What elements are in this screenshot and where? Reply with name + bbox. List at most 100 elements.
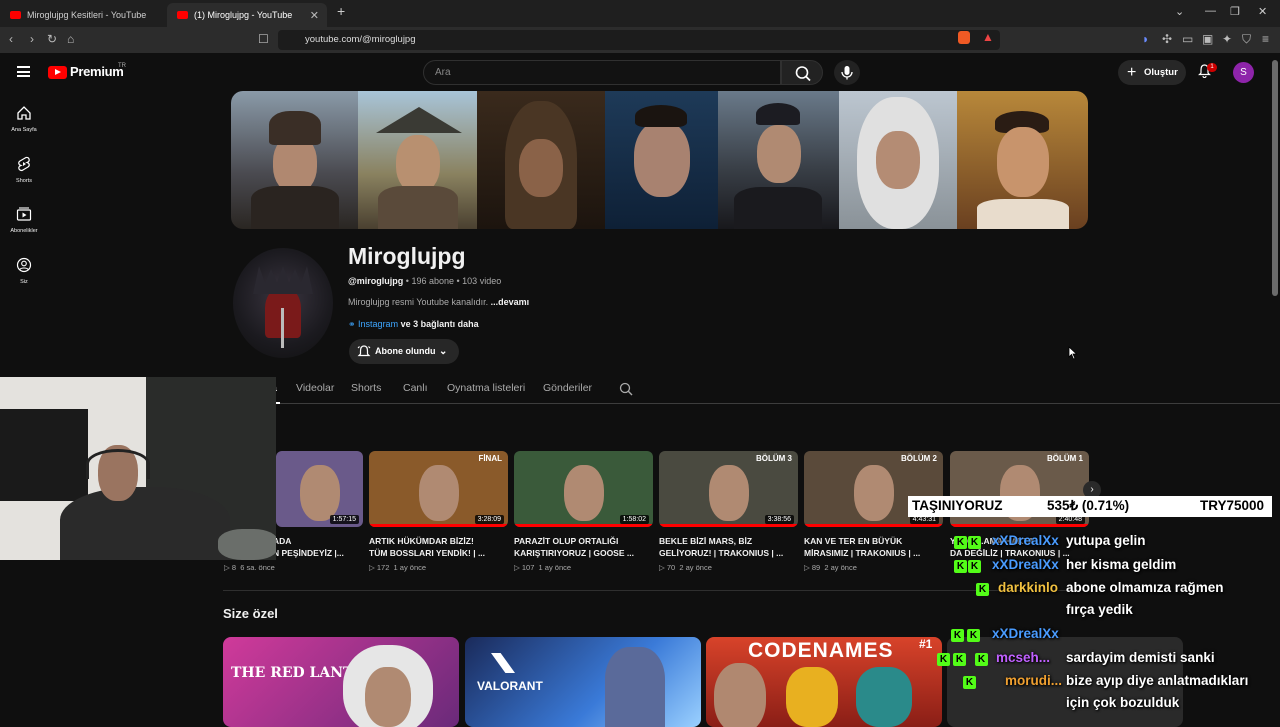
video-thumbnail[interactable]: FİNAL 3:28:09 — [369, 451, 508, 527]
sidebar-item-home[interactable]: Ana Sayfa — [0, 105, 48, 133]
thumb-face — [853, 465, 894, 521]
thumb-title: CODENAMES — [748, 639, 894, 662]
wallet-icon[interactable]: ▣ — [1202, 32, 1213, 46]
shorts-icon — [18, 156, 30, 172]
video-duration: 3:28:09 — [474, 515, 504, 524]
video-card[interactable]: 1:57:15 ADA N PEŞİNDEYİZ |... ▷ 8 6 sa. önc… — [224, 451, 363, 572]
forward-icon[interactable]: › — [30, 32, 34, 46]
search-button[interactable] — [781, 60, 823, 85]
create-button[interactable]: + Oluştur — [1118, 60, 1186, 85]
youtube-favicon-icon — [177, 11, 188, 19]
subscribed-button[interactable]: Abone olundu ⌄ — [349, 339, 459, 364]
home-browser-icon[interactable]: ⌂ — [67, 32, 74, 46]
video-title[interactable]: PARAZİT OLUP ORTALIĞI KARIŞTIRIYORUZ | GO… — [514, 535, 653, 559]
video-title[interactable]: ADA N PEŞİNDEYİZ |... — [273, 535, 363, 559]
channel-description[interactable]: Miroglujpg resmi Youtube kanalıdır. ...d… — [348, 297, 529, 307]
video-duration: 1:57:15 — [329, 515, 359, 524]
video-thumbnail[interactable]: 1:57:15 — [276, 451, 363, 527]
tab-playlists[interactable]: Oynatma listeleri — [447, 382, 525, 394]
video-title-line: GELİYORUZ! | TRAKONIUS | ... — [659, 548, 784, 558]
video-title-line: N PEŞİNDEYİZ |... — [273, 548, 344, 558]
chevron-down-icon: ⌄ — [439, 346, 448, 357]
video-card[interactable]: BÖLÜM 3 3:38:56 BEKLE BİZİ MARS, BİZ GELİYO… — [659, 451, 798, 572]
channel-name: Miroglujpg — [348, 243, 466, 269]
browser-tab-active[interactable]: (1) Miroglujpg - YouTube ✕ — [167, 3, 327, 27]
channel-links[interactable]: ⚭ Instagram ve 3 bağlantı daha — [348, 319, 479, 330]
more-links-label[interactable]: ve 3 bağlantı daha — [401, 319, 479, 329]
logo-text[interactable]: Premium — [70, 64, 124, 79]
video-title-line: TÜM BOSSLARI YENDİK! | ... — [369, 548, 486, 558]
youtube-logo-icon[interactable] — [48, 66, 67, 79]
menu-icon[interactable]: ≡ — [1262, 32, 1269, 46]
youtube-favicon-icon — [10, 11, 21, 19]
chat-message: bize ayıp diye anlatmadıkları — [1066, 673, 1249, 688]
video-title[interactable]: ARTIK HÜKÜMDAR BİZİZ! TÜM BOSSLARI YENDİK… — [369, 535, 508, 559]
video-thumbnail[interactable]: 1:58:02 — [514, 451, 653, 527]
channel-search-icon[interactable] — [619, 382, 633, 396]
sidebar-item-you[interactable]: Siz — [0, 257, 48, 285]
vpn-icon[interactable]: ⛉ — [1242, 32, 1251, 47]
browser-toolbar: ‹ › ↻ ⌂ ☐ youtube.com/@miroglujpg ▲ ◗ ✣ … — [0, 27, 1280, 53]
address-text: youtube.com/@miroglujpg — [305, 34, 416, 45]
voice-search-button[interactable] — [834, 60, 860, 85]
more-link[interactable]: ...devamı — [491, 297, 530, 307]
account-avatar[interactable]: S — [1233, 62, 1254, 83]
view-count: 70 — [666, 563, 676, 572]
new-tab-button[interactable]: + — [337, 3, 345, 19]
chat-message: her kisma geldim — [1066, 557, 1177, 572]
tab-title: (1) Miroglujpg - YouTube — [194, 10, 293, 20]
chat-badge-icon: K — [954, 536, 967, 549]
extension-icon[interactable]: ◗ — [1142, 32, 1149, 46]
close-tab-icon[interactable]: ✕ — [310, 9, 319, 22]
sidebar-item-label: Abonelikler — [10, 228, 38, 234]
channel-handle: @miroglujpg — [348, 276, 404, 286]
leo-ai-icon[interactable]: ✦ — [1222, 32, 1232, 46]
reload-icon[interactable]: ↻ — [47, 32, 57, 46]
brave-shield-icon[interactable] — [958, 31, 970, 44]
video-card[interactable]: FİNAL 3:28:09 ARTIK HÜKÜMDAR BİZİZ! TÜM BOS… — [369, 451, 508, 572]
tab-posts[interactable]: Gönderiler — [543, 382, 592, 394]
banner-panel — [358, 91, 477, 229]
brave-rewards-icon[interactable]: ▲ — [982, 30, 994, 44]
chat-badge-icon: K — [937, 653, 950, 666]
description-text: Miroglujpg resmi Youtube kanalıdır. — [348, 297, 489, 307]
recommended-video[interactable]: VALORANT — [465, 637, 701, 727]
minimize-button[interactable]: — — [1205, 5, 1216, 17]
you-icon — [16, 257, 32, 273]
bookmark-icon[interactable]: ☐ — [258, 32, 269, 46]
video-title[interactable]: KAN VE TER EN BÜYÜK MİRASIMIZ | TRAKONIUS… — [804, 535, 943, 559]
browser-tab[interactable]: Miroglujpg Kesitleri - YouTube — [0, 3, 165, 27]
video-thumbnail[interactable]: BÖLÜM 3 3:38:56 — [659, 451, 798, 527]
recommended-video[interactable]: CODENAMES #1 — [706, 637, 942, 727]
search-input[interactable]: Ara — [423, 60, 781, 85]
views-icon: ▷ — [804, 563, 812, 572]
video-duration: 3:38:56 — [764, 515, 794, 524]
watch-progress-bar — [804, 524, 943, 527]
tab-shorts[interactable]: Shorts — [351, 382, 381, 394]
chat-username: mcseh... — [996, 650, 1051, 665]
sidebar-item-shorts[interactable]: Shorts — [0, 156, 48, 184]
recommended-video[interactable]: THE RED LANTERN — [223, 637, 459, 727]
guide-menu-icon[interactable] — [17, 66, 30, 77]
chat-message: abone olmamıza rağmen — [1066, 580, 1224, 595]
extensions-puzzle-icon[interactable]: ✣ — [1162, 32, 1172, 46]
instagram-link[interactable]: Instagram — [358, 319, 398, 329]
sidebar-toggle-icon[interactable]: ▭ — [1182, 32, 1193, 46]
address-bar[interactable]: youtube.com/@miroglujpg — [278, 30, 1000, 50]
maximize-button[interactable]: ❐ — [1230, 5, 1240, 18]
close-window-button[interactable]: ✕ — [1258, 5, 1267, 18]
chat-message: fırça yedik — [1066, 602, 1133, 617]
chat-badge-icon: K — [953, 653, 966, 666]
view-count: 107 — [521, 563, 535, 572]
video-card[interactable]: 1:58:02 PARAZİT OLUP ORTALIĞI KARIŞTIRIYOR… — [514, 451, 653, 572]
tab-live[interactable]: Canlı — [403, 382, 428, 394]
page-scrollbar[interactable] — [1272, 60, 1278, 296]
donation-ticker: TAŞINIYORUZ 535₺ (0.71%) TRY75000 — [908, 496, 1272, 517]
back-icon[interactable]: ‹ — [9, 32, 13, 46]
tab-list-chevron-icon[interactable]: ⌄ — [1175, 5, 1184, 18]
watch-progress-bar — [369, 524, 508, 527]
video-title[interactable]: BEKLE BİZİ MARS, BİZ GELİYORUZ! | TRAKONI… — [659, 535, 798, 559]
tab-videos[interactable]: Videolar — [296, 382, 334, 394]
sidebar-item-subscriptions[interactable]: Abonelikler — [0, 206, 48, 234]
episode-tag: FİNAL — [478, 454, 502, 463]
